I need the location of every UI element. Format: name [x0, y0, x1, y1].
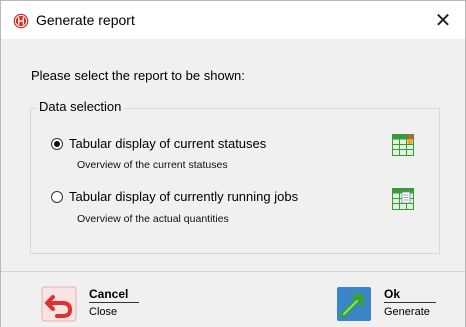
close-button[interactable]: ✕ [421, 1, 465, 39]
cancel-label: Cancel [89, 287, 129, 301]
instruction-text: Please select the report to be shown: [31, 68, 245, 83]
ok-button[interactable]: Ok Generate [336, 284, 440, 324]
status-table-icon [392, 134, 414, 156]
title-bar: Generate report ✕ [1, 1, 465, 39]
option-label-running-jobs[interactable]: Tabular display of currently running job… [69, 189, 298, 204]
cancel-sublabel: Close [89, 306, 118, 318]
undo-arrow-icon [41, 286, 77, 322]
cancel-divider [89, 302, 139, 303]
radio-running-jobs[interactable] [51, 191, 63, 203]
window-title: Generate report [36, 12, 135, 28]
group-legend: Data selection [36, 99, 125, 114]
app-logo-icon [13, 13, 29, 29]
radio-current-statuses[interactable] [51, 138, 63, 150]
dialog-window: Generate report ✕ Please select the repo… [0, 0, 466, 327]
footer-bar: Cancel Close Ok Generate [1, 271, 465, 327]
ok-sublabel: Generate [384, 306, 430, 318]
data-selection-group [30, 108, 440, 254]
arrow-up-right-icon [336, 286, 372, 322]
quantities-table-icon [392, 188, 414, 210]
option-desc-current-statuses: Overview of the current statuses [77, 159, 228, 171]
ok-divider [384, 302, 436, 303]
cancel-button[interactable]: Cancel Close [41, 284, 141, 324]
ok-label: Ok [384, 287, 401, 301]
option-desc-running-jobs: Overview of the actual quantities [77, 213, 229, 225]
option-label-current-statuses[interactable]: Tabular display of current statuses [69, 136, 266, 151]
close-icon: ✕ [434, 9, 452, 32]
